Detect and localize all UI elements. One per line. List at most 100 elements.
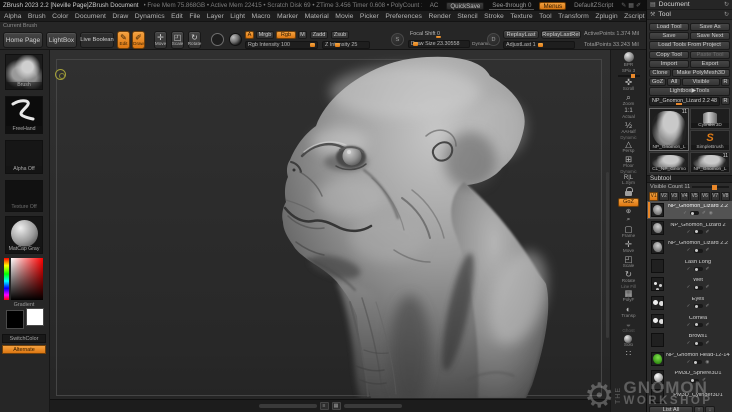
menu-item-macro[interactable]: Macro [252, 13, 271, 20]
replay-last-rel-button[interactable]: ReplayLastRel [541, 30, 581, 39]
draw-size-slider[interactable]: Draw Size 23.30558 [408, 40, 470, 48]
hue-strip[interactable] [4, 258, 9, 300]
grid-button[interactable]: ∷ [626, 349, 631, 358]
see-through-slider[interactable]: See-through 0 [489, 2, 535, 10]
menu-item-zplugin[interactable]: Zplugin [595, 13, 617, 20]
tab-v8[interactable]: V8 [720, 191, 730, 201]
visibility-toggle[interactable] [693, 322, 703, 327]
menu-item-edit[interactable]: Edit [171, 13, 183, 20]
menu-item-brush[interactable]: Brush [28, 13, 46, 20]
tray-menu-icon[interactable]: ≡ [319, 402, 329, 410]
secondary-color-swatch[interactable] [26, 308, 44, 326]
list-all-button[interactable]: List All [649, 406, 693, 412]
subtool-row[interactable]: Wet ✓ ✐ [647, 275, 732, 294]
menu-item-color[interactable]: Color [52, 13, 68, 20]
visibility-toggle[interactable] [693, 285, 703, 290]
quicksave-button[interactable]: QuickSave [446, 1, 485, 10]
visibility-toggle[interactable] [693, 341, 703, 346]
subtool-row[interactable]: NP_Gnomon Head-12-14-2 ✓ ◉ [647, 349, 732, 368]
transp-button[interactable]: ◐ Transp [621, 305, 635, 319]
menu-item-file[interactable]: File [189, 13, 200, 20]
tab-v1[interactable]: V1 [649, 191, 659, 201]
adjust-last-slider[interactable]: AdjustLast 1 [503, 41, 575, 49]
spix-slider[interactable]: SPix 3 [617, 68, 640, 78]
tab-v7[interactable]: V7 [710, 191, 720, 201]
copy-tool-button[interactable]: Copy Tool [649, 50, 689, 59]
menu-item-tool[interactable]: Tool [539, 13, 551, 20]
scroll-button[interactable]: ✜ Scroll [623, 78, 635, 92]
menu-item-layer[interactable]: Layer [207, 13, 224, 20]
stroke-dial[interactable]: S [391, 33, 404, 46]
menus-toggle[interactable]: Menus [539, 1, 567, 10]
subtool-row[interactable]: Cornea ✓ ✐ [647, 312, 732, 331]
material-ring-toggle[interactable] [211, 33, 224, 46]
aahalf-button[interactable]: ½ AAHalf [621, 121, 635, 135]
color-picker-square[interactable] [11, 258, 43, 300]
import-button[interactable]: Import [649, 59, 689, 68]
draw-mode-button[interactable]: ✐ Draw [132, 31, 145, 49]
visibility-toggle[interactable] [693, 229, 703, 234]
sculpture-3d-model[interactable] [50, 50, 606, 398]
tool-thumb-gnomon[interactable]: 11 NP_Gnomon_L [690, 151, 730, 173]
paste-tool-button[interactable]: Paste Tool [690, 50, 730, 59]
texture-selector[interactable]: Texture Off [5, 180, 43, 212]
menu-item-movie[interactable]: Movie [335, 13, 353, 20]
subtool-row[interactable]: PM3D_Sphere3D1 ✐ [647, 368, 732, 387]
mrgb-toggle[interactable]: Mrgb [256, 31, 274, 39]
visibility-toggle[interactable] [689, 211, 699, 216]
visibility-toggle[interactable] [690, 378, 700, 383]
menu-item-render[interactable]: Render [428, 13, 450, 20]
brush-icon[interactable]: ✐ [636, 3, 643, 9]
load-tool-button[interactable]: Load Tool [649, 23, 689, 32]
local-symmetry-button[interactable]: Dynamic R|L L.Sym [620, 170, 636, 185]
subtool-row[interactable]: NP_Gnomon_Lizard 2 ✓ ✐ [647, 219, 732, 238]
bpr-render-button[interactable]: BPR [623, 52, 634, 67]
subtool-row[interactable]: NP_Gnomon_Lizard 2.2 ✓ ✐ ◉ [647, 200, 732, 220]
subtool-row[interactable]: NP_Gnomon_Lizard 2.2 ✓ ✐ [647, 238, 732, 257]
solo-button[interactable]: Solo [624, 334, 633, 348]
menu-item-preferences[interactable]: Preferences [385, 13, 422, 20]
zsub-toggle[interactable]: Zsub [331, 31, 349, 39]
lightbox-button[interactable]: LightBox [46, 32, 77, 48]
tab-v4[interactable]: V4 [679, 191, 689, 201]
tray-grid-icon[interactable]: ▦ [331, 402, 341, 410]
subtool-row[interactable]: Eyes ✓ ✐ [647, 293, 732, 312]
save-as-button[interactable]: Save As [690, 23, 730, 32]
menu-item-dynamics[interactable]: Dynamics [135, 13, 165, 20]
tool-palette-header[interactable]: ⚒ Tool ↻ [647, 10, 732, 20]
home-page-button[interactable]: Home Page [3, 32, 43, 48]
subtool-row[interactable]: Brows1 ✓ ✐ [647, 331, 732, 350]
goz-button[interactable]: GoZ [649, 78, 666, 87]
tray-divider-left[interactable] [258, 404, 317, 408]
main-color-swatch[interactable] [6, 310, 24, 329]
lightbox-tools-button[interactable]: Lightbox▶Tools [649, 87, 730, 96]
grid-icon[interactable]: ▦ [628, 3, 636, 9]
make-polymesh3d-button[interactable]: Make PolyMesh3D [672, 68, 730, 78]
visibility-toggle[interactable] [693, 267, 703, 272]
save-button[interactable]: Save [649, 32, 689, 41]
material-selector[interactable]: MatCap Gray [5, 216, 43, 254]
menu-item-zscript[interactable]: Zscript [624, 13, 644, 20]
subtool-section-header[interactable]: Subtool [647, 174, 732, 183]
zadd-toggle[interactable]: Zadd [310, 31, 328, 39]
edit-mode-button[interactable]: ✎ Edit [117, 31, 130, 49]
rgb-toggle[interactable]: Rgb [276, 31, 296, 39]
scale-mode-button[interactable]: ◰ Scale [171, 31, 184, 49]
visibility-toggle[interactable] [693, 248, 703, 253]
subtool-up-button[interactable]: ↑ [694, 406, 704, 412]
floor-button[interactable]: ⊞ Floor [623, 155, 633, 169]
menu-item-stencil[interactable]: Stencil [457, 13, 477, 20]
live-boolean-toggle[interactable]: Live Boolean [80, 32, 114, 48]
save-next-button[interactable]: Save Next [690, 32, 730, 41]
subtool-row[interactable]: PM3D_Cylinder3D1 [647, 386, 732, 405]
switch-color-button[interactable]: SwitchColor [2, 334, 46, 343]
a-toggle[interactable]: A [245, 31, 254, 39]
replay-last-button[interactable]: ReplayLast [503, 30, 539, 39]
visible-count-slider[interactable]: Visible Count 11 [647, 183, 732, 192]
current-brush-thumbnail[interactable]: Brush [5, 54, 43, 90]
lock-button[interactable] [625, 187, 633, 197]
zoom-plus-button[interactable]: ⊕ [626, 208, 631, 216]
document-refresh-icon[interactable]: ↻ [724, 1, 729, 8]
subtool-down-button[interactable]: ↓ [705, 406, 715, 412]
current-tool-slider[interactable]: NP_Gnomon_Lizard 2.2 48 [649, 96, 720, 106]
